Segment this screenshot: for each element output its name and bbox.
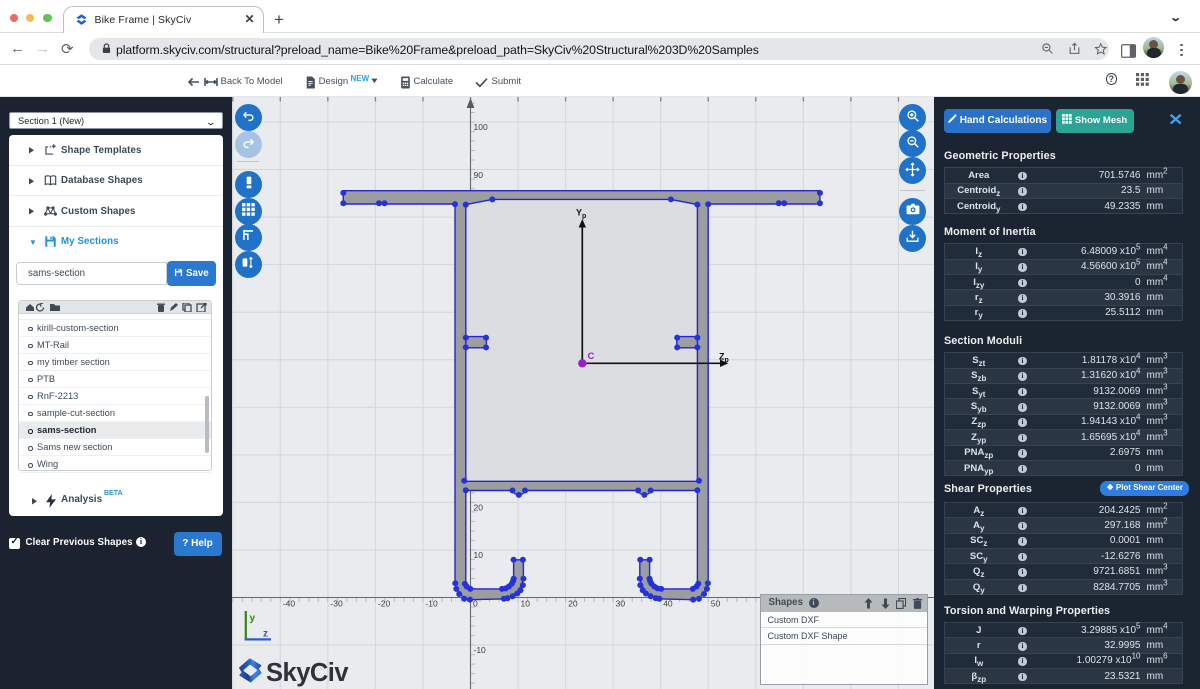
- svg-text:-20: -20: [378, 599, 391, 609]
- svg-text:y: y: [250, 613, 256, 624]
- svg-text:-10: -10: [474, 645, 487, 655]
- svg-text:50: 50: [711, 599, 721, 609]
- svg-text:10: 10: [474, 550, 484, 560]
- svg-text:20: 20: [568, 599, 578, 609]
- svg-text:90: 90: [474, 170, 484, 180]
- svg-text:10: 10: [521, 599, 531, 609]
- svg-text:100: 100: [474, 122, 488, 132]
- svg-text:-10: -10: [425, 599, 438, 609]
- svg-text:SkyCiv: SkyCiv: [266, 659, 349, 687]
- svg-text:-30: -30: [330, 599, 343, 609]
- svg-text:30: 30: [616, 599, 626, 609]
- svg-text:z: z: [263, 629, 268, 640]
- svg-text:40: 40: [663, 599, 673, 609]
- svg-text:C: C: [588, 351, 595, 362]
- svg-text:-40: -40: [283, 599, 296, 609]
- svg-text:20: 20: [474, 503, 484, 513]
